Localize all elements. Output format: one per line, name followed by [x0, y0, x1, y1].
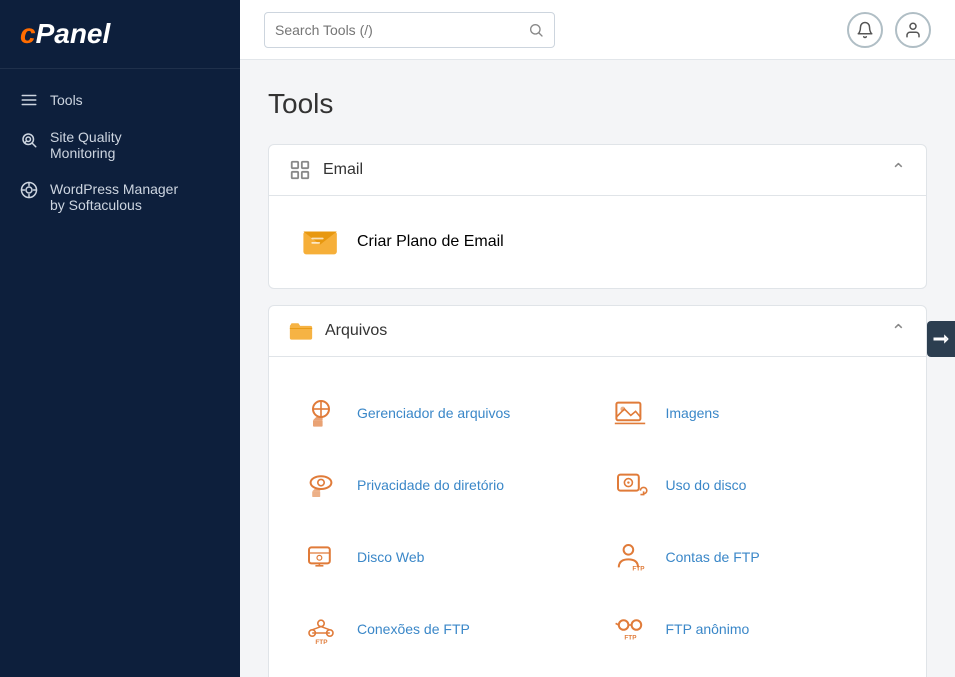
sidebar-wp-label: WordPress Manager by Softaculous	[50, 181, 178, 213]
tool-contas-ftp[interactable]: FTP Contas de FTP	[598, 521, 907, 593]
sidebar-sqm-label: Site Quality Monitoring	[50, 129, 122, 161]
cpanel-logo: cPanel	[20, 18, 110, 50]
arquivos-chevron-icon: ⌃	[891, 321, 906, 342]
svg-text:FTP: FTP	[315, 639, 328, 646]
arquivos-section-card: Arquivos ⌃	[268, 305, 927, 677]
search-magnify-icon	[20, 131, 40, 149]
tool-criar-plano-email[interactable]: Criar Plano de Email	[269, 206, 926, 278]
email-section-header[interactable]: Email ⌃	[269, 145, 926, 196]
search-input[interactable]	[275, 22, 520, 38]
folder-section-icon	[289, 320, 313, 342]
tool-conexoes-ftp-label: Conexões de FTP	[357, 621, 470, 637]
logo-area: cPanel	[0, 0, 240, 69]
sidebar: cPanel Tools	[0, 0, 240, 677]
email-chevron-icon: ⌃	[891, 160, 906, 181]
privacy-icon	[299, 463, 343, 507]
search-bar[interactable]	[264, 12, 555, 48]
disk-usage-icon	[608, 463, 652, 507]
wordpress-icon	[20, 181, 40, 199]
ftp-anonymous-icon: FTP	[608, 607, 652, 651]
tool-assistente-backup[interactable]: Assistente de backup	[598, 665, 907, 677]
tool-privacidade-label: Privacidade do diretório	[357, 477, 504, 493]
sidebar-nav: Tools Site Quality Monitoring	[0, 69, 240, 235]
tool-uso-disco[interactable]: Uso do disco	[598, 449, 907, 521]
tool-criar-plano-email-label: Criar Plano de Email	[357, 233, 504, 251]
tool-imagens-label: Imagens	[666, 405, 720, 421]
user-button[interactable]	[895, 12, 931, 48]
email-section-icon	[289, 159, 311, 181]
email-section-card: Email ⌃	[268, 144, 927, 289]
tool-privacidade-diretorio[interactable]: Privacidade do diretório	[289, 449, 598, 521]
ftp-accounts-icon: FTP	[608, 535, 652, 579]
tool-disco-web-label: Disco Web	[357, 549, 424, 565]
arquivos-section-header[interactable]: Arquivos ⌃	[269, 306, 926, 357]
svg-text:FTP: FTP	[624, 634, 637, 641]
tool-ftp-anonimo-label: FTP anônimo	[666, 621, 750, 637]
arquivos-section-body: Gerenciador de arquivos Imagen	[269, 357, 926, 677]
email-section-title: Email	[323, 161, 891, 179]
tool-uso-disco-label: Uso do disco	[666, 477, 747, 493]
svg-text:FTP: FTP	[632, 566, 645, 573]
web-disk-icon	[299, 535, 343, 579]
tool-gerenciador-arquivos[interactable]: Gerenciador de arquivos	[289, 377, 598, 449]
tool-gerenciador-arquivos-label: Gerenciador de arquivos	[357, 405, 510, 421]
file-manager-icon	[299, 391, 343, 435]
edge-tab[interactable]	[927, 321, 955, 357]
notifications-button[interactable]	[847, 12, 883, 48]
tool-ftp-anonimo[interactable]: FTP FTP anônimo	[598, 593, 907, 665]
tool-backup[interactable]: Backup	[289, 665, 598, 677]
sqm-label1: Site Quality	[50, 129, 122, 145]
main-area: Tools Email ⌃	[240, 0, 955, 677]
tool-disco-web[interactable]: Disco Web	[289, 521, 598, 593]
header	[240, 0, 955, 60]
sidebar-item-site-quality[interactable]: Site Quality Monitoring	[0, 119, 240, 171]
sidebar-item-wordpress[interactable]: WordPress Manager by Softaculous	[0, 171, 240, 223]
tool-conexoes-ftp[interactable]: FTP Conexões de FTP	[289, 593, 598, 665]
images-icon	[608, 391, 652, 435]
page-title: Tools	[268, 88, 927, 120]
sidebar-item-tools[interactable]: Tools	[0, 81, 240, 119]
arquivos-tool-grid: Gerenciador de arquivos Imagen	[269, 367, 926, 677]
sidebar-tools-label: Tools	[50, 92, 83, 108]
email-section-body: Criar Plano de Email	[269, 196, 926, 288]
ftp-connections-icon: FTP	[299, 607, 343, 651]
tool-contas-ftp-label: Contas de FTP	[666, 549, 760, 565]
email-plan-icon	[299, 220, 343, 264]
arquivos-section-title: Arquivos	[325, 322, 891, 340]
sqm-label2: Monitoring	[50, 145, 122, 161]
content-area: Tools Email ⌃	[240, 60, 955, 677]
search-button[interactable]	[528, 22, 544, 38]
wp-label1: WordPress Manager	[50, 181, 178, 197]
tool-imagens[interactable]: Imagens	[598, 377, 907, 449]
wp-label2: by Softaculous	[50, 197, 178, 213]
tools-icon	[20, 91, 40, 109]
